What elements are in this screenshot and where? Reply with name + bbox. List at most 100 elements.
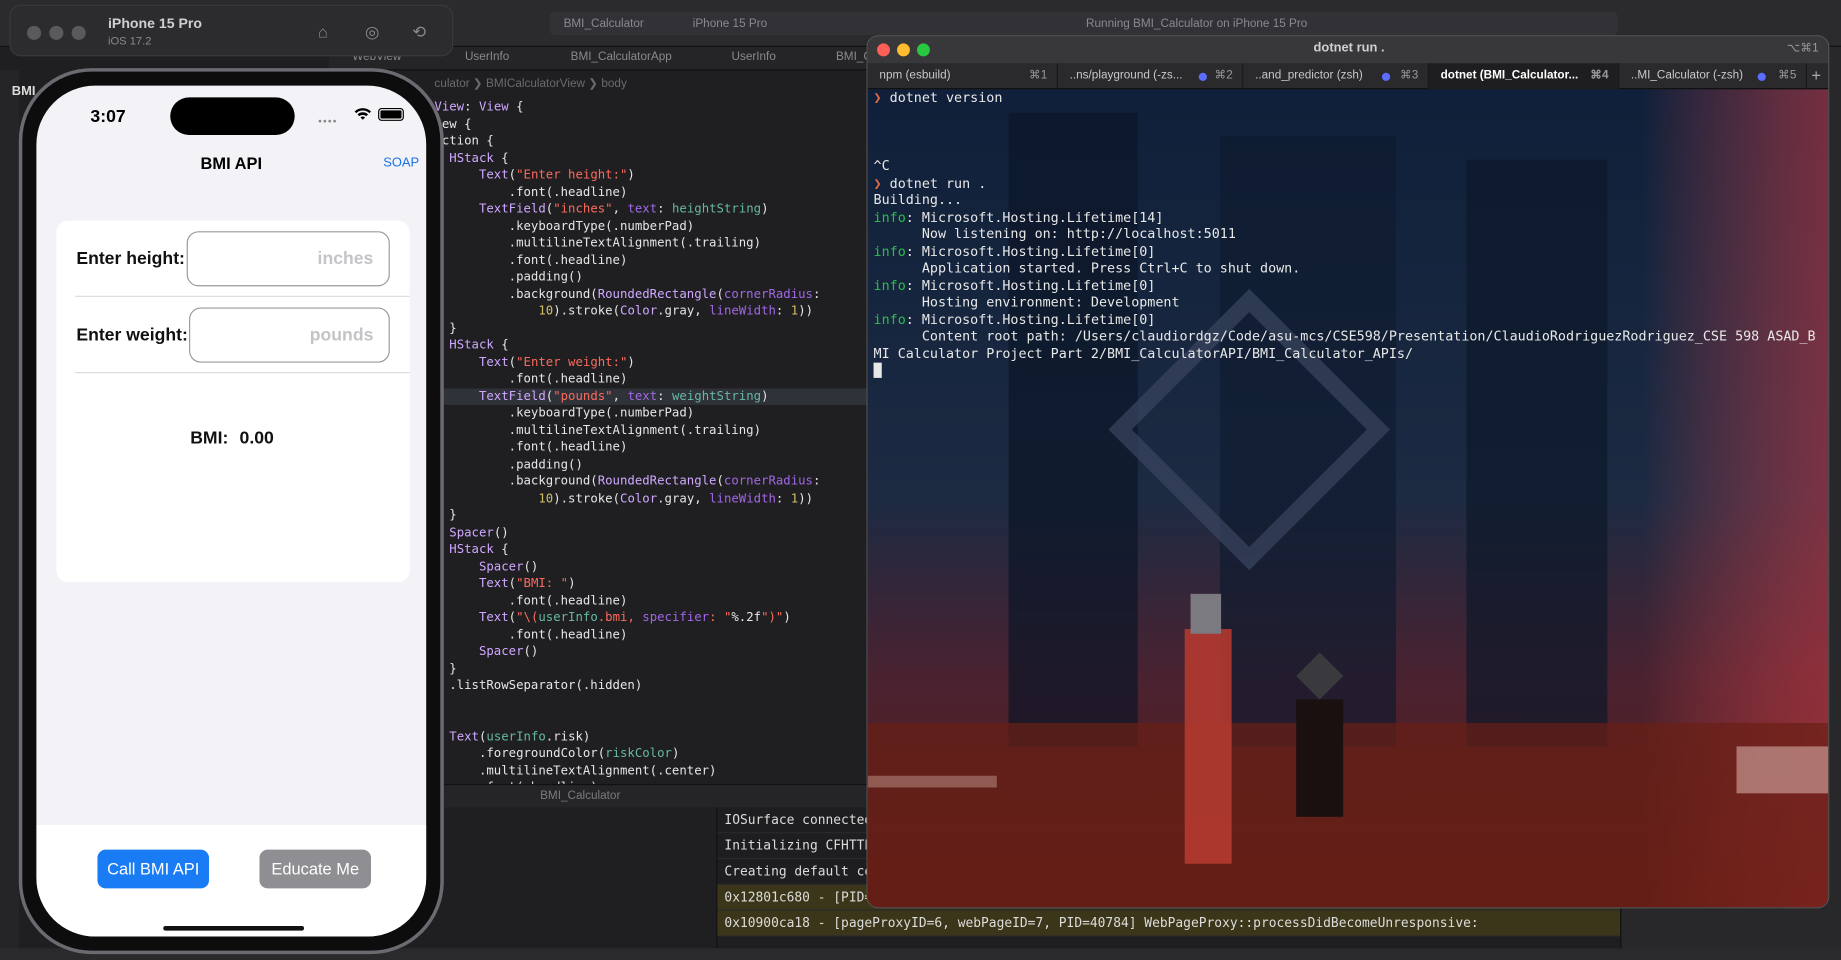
terminal-line: info: Microsoft.Hosting.Lifetime[0]: [873, 276, 1156, 293]
terminal-tab-label: ..and_predictor (zsh): [1255, 69, 1363, 83]
destination-selector[interactable]: iPhone 15 Pro: [693, 14, 767, 35]
activity-dot-icon: [1757, 72, 1766, 81]
terminal-tab[interactable]: ..MI_Calculator (-zsh) ⌘5: [1619, 63, 1807, 90]
soap-button[interactable]: SOAP: [383, 156, 419, 170]
terminal-line: ❯ dotnet version: [873, 89, 1003, 106]
code-line: .keyboardType(.numberPad): [434, 406, 695, 421]
terminal-tab-label: npm (esbuild): [879, 69, 951, 83]
prompt-icon: ❯: [873, 174, 890, 191]
new-tab-button[interactable]: +: [1811, 66, 1821, 85]
code-line: 10).stroke(Color.gray, lineWidth: 1)): [538, 303, 814, 319]
code-line: .keyboardType(.numberPad): [434, 218, 695, 233]
code-line: }: [434, 320, 457, 336]
weight-input[interactable]: [189, 307, 390, 363]
code-line: .font(.headline): [434, 252, 628, 267]
terminal-output: ❯ dotnet version ^C ❯ dotnet run . Building…: [873, 89, 1825, 378]
terminal-line: Hosting environment: Development: [873, 293, 1180, 310]
terminal-line: info: Microsoft.Hosting.Lifetime[0]: [873, 310, 1156, 327]
code-line: Text("\(userInfo.bmi, specifier: "%.2f")…: [478, 610, 791, 625]
terminal-titlebar: dotnet run . ⌥⌘1: [867, 36, 1829, 64]
run-status: Running BMI_Calculator on iPhone 15 Pro: [1086, 17, 1308, 31]
terminal-tab-label: dotnet (BMI_Calculator...: [1440, 69, 1579, 83]
log-level: info: [873, 242, 906, 259]
console-line: 0x10900ca18 - [pageProxyID=6, webPageID=…: [717, 910, 1621, 937]
cellular-icon: ••••: [318, 115, 338, 127]
code-line: .padding(): [434, 269, 583, 285]
terminal-tab[interactable]: npm (esbuild) ⌘1: [868, 63, 1058, 90]
code-editor[interactable]: View: View { iew { ection { HStack { Text(…: [434, 99, 867, 784]
terminal-line: Building...: [873, 191, 963, 208]
code-line: .multilineTextAlignment(.center): [434, 763, 717, 778]
code-line: .font(.headline): [434, 593, 628, 608]
nav-title: BMI API: [200, 153, 263, 173]
status-time: 3:07: [90, 106, 126, 127]
code-line: .foregroundColor(riskColor): [434, 746, 680, 761]
code-line: Text("BMI: "): [478, 576, 576, 591]
terminal-tab-shortcut: ⌘4: [1590, 69, 1609, 83]
home-icon[interactable]: ⌂: [311, 21, 334, 42]
iphone-screen: 3:07 •••• BMI API SOAP Enter height: Ent…: [36, 85, 427, 937]
log-level: info: [873, 276, 906, 293]
iphone-frame: 3:07 •••• BMI API SOAP Enter height: Ent…: [18, 68, 444, 955]
code-line: .font(.headline): [434, 184, 628, 199]
terminal-tab-label: ..MI_Calculator (-zsh): [1630, 69, 1744, 83]
bmi-value: 0.00: [239, 428, 274, 449]
bottom-toolbar: Call BMI API Educate Me: [36, 825, 427, 937]
code-line: iew {: [434, 116, 472, 131]
simulator-os-version: iOS 17.2: [108, 35, 152, 49]
bmi-label: BMI:: [190, 428, 229, 449]
tab-bmi-calculator-app[interactable]: BMI_CalculatorApp: [571, 50, 672, 63]
code-line: View: View {: [434, 99, 524, 114]
wifi-icon: [354, 108, 372, 120]
terminal-tab-shortcut: ⌘1: [1029, 69, 1048, 83]
terminal-line: info: Microsoft.Hosting.Lifetime[14]: [873, 208, 1164, 225]
log-level: info: [873, 208, 906, 225]
home-indicator: [163, 925, 305, 931]
simulator-device-name: iPhone 15 Pro: [108, 15, 202, 32]
terminal-cursor: [873, 362, 882, 378]
terminal-line: [873, 361, 1825, 378]
terminal-title: dotnet run .: [1313, 41, 1385, 56]
code-line: Spacer(): [478, 559, 539, 574]
row-separator: [75, 295, 410, 297]
terminal-tab[interactable]: dotnet (BMI_Calculator... ⌘4: [1428, 63, 1620, 90]
terminal-line: Application started. Press Ctrl+C to shu…: [873, 259, 1301, 276]
rotate-icon[interactable]: ⟲: [407, 21, 430, 42]
terminal-tab-shortcut: ⌘2: [1214, 69, 1233, 83]
code-line: .multilineTextAlignment(.trailing): [434, 235, 762, 250]
code-line: HStack {: [449, 150, 509, 165]
screenshot-icon[interactable]: ◎: [360, 21, 383, 42]
height-input[interactable]: [186, 231, 390, 287]
code-line: }: [434, 508, 457, 523]
code-line: Text("Enter weight:"): [478, 355, 635, 370]
row-separator: [75, 372, 410, 374]
zoom-window-button[interactable]: [71, 25, 86, 40]
code-line: .font(.headline): [434, 440, 628, 455]
close-window-button[interactable]: [27, 25, 42, 40]
terminal-tab[interactable]: ..ns/playground (-zs... ⌘2: [1058, 63, 1244, 90]
call-bmi-api-button[interactable]: Call BMI API: [97, 849, 209, 889]
code-line: ection {: [434, 133, 494, 148]
terminal-line: info: Microsoft.Hosting.Lifetime[0]: [873, 242, 1156, 259]
debug-bar: BMI_Calculator: [434, 783, 869, 808]
tab-userinfo[interactable]: UserInfo: [465, 50, 509, 63]
tab-userinfo-2[interactable]: UserInfo: [731, 50, 775, 63]
code-line: Spacer(): [478, 644, 539, 659]
minimize-window-button[interactable]: [49, 25, 64, 40]
terminal-line: Content root path: /Users/claudiordgz/Co…: [873, 327, 1816, 344]
terminal-body[interactable]: ❯ dotnet version ^C ❯ dotnet run . Building…: [868, 89, 1828, 907]
simulator-toolbar: iPhone 15 Pro iOS 17.2 ⌂ ◎ ⟲: [9, 4, 454, 57]
terminal-tab[interactable]: ..and_predictor (zsh) ⌘3: [1243, 63, 1429, 90]
terminal-window: dotnet run . ⌥⌘1 + npm (esbuild) ⌘1 ..ns/p…: [866, 35, 1830, 909]
educate-me-button[interactable]: Educate Me: [259, 849, 372, 889]
xcode-navigator: [0, 70, 19, 960]
code-line: .font(.headline): [434, 372, 628, 387]
activity-dot-icon: [1198, 72, 1207, 81]
scheme-selector[interactable]: BMI_Calculator: [564, 14, 644, 35]
bmi-form-card: Enter height: Enter weight: BMI: 0.00: [56, 220, 410, 583]
terminal-tab-shortcut: ⌘3: [1400, 69, 1419, 83]
